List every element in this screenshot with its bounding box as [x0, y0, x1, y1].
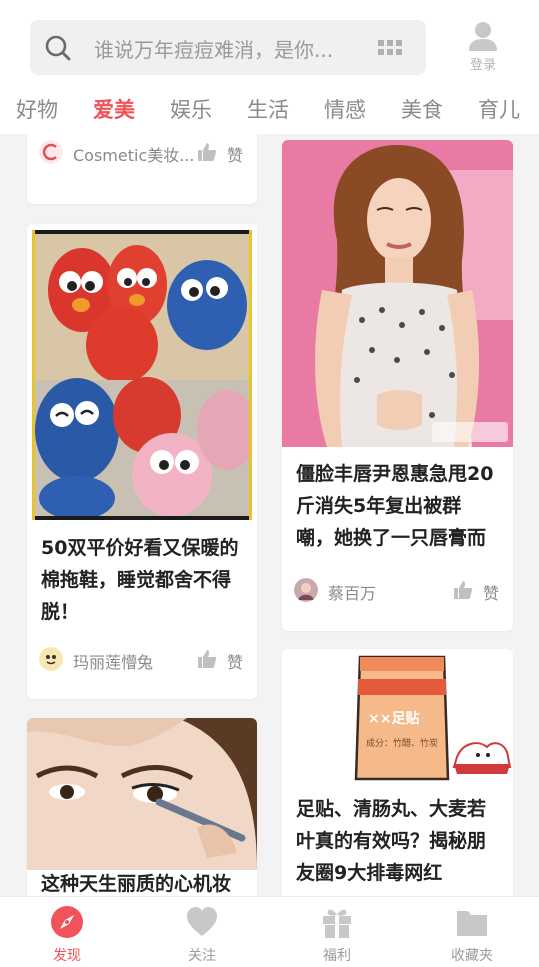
search-icon: [45, 35, 71, 61]
grid-icon[interactable]: [378, 38, 402, 58]
search-placeholder: 谁说万年痘痘难消，是你...: [94, 38, 334, 62]
search-bar[interactable]: 谁说万年痘痘难消，是你...: [30, 20, 426, 75]
nav-label: 关注: [188, 948, 216, 964]
article-card[interactable]: 这种天生丽质的心机妆: [27, 718, 257, 896]
like-button[interactable]: 赞: [183, 647, 243, 673]
login-label: 登录: [469, 58, 496, 73]
article-title: 僵脸丰唇尹恩惠急甩20斤消失5年复出被群嘲，她换了一只唇膏而: [296, 463, 494, 549]
article-card[interactable]: 50双平价好看又保暖的棉拖鞋，睡觉都舍不得脱！ 玛丽莲懵兔 赞: [27, 224, 257, 699]
nav-discover[interactable]: 发现: [27, 905, 107, 965]
author-name: Cosmetic美妆...: [73, 146, 193, 165]
card-meta: Cosmetic美妆... 赞: [39, 140, 243, 166]
author-name: 玛丽莲懵兔: [73, 653, 154, 672]
article-image: [32, 230, 252, 520]
article-title: 50双平价好看又保暖的棉拖鞋，睡觉都舍不得脱！: [41, 537, 239, 623]
article-image: [282, 140, 513, 447]
nav-label: 收藏夹: [451, 948, 493, 964]
bottom-navigation: 发现 关注 福利 收藏夹: [0, 896, 539, 967]
tab-parenting[interactable]: 育儿: [478, 94, 520, 124]
tab-emotion[interactable]: 情感: [324, 94, 366, 124]
tab-life[interactable]: 生活: [247, 94, 289, 124]
nav-label: 发现: [53, 948, 81, 964]
top-header: 谁说万年痘痘难消，是你... 登录: [0, 0, 539, 86]
folder-icon: [457, 911, 487, 936]
like-label: 赞: [226, 653, 243, 672]
like-label: 赞: [482, 584, 499, 603]
article-card[interactable]: ××足贴 成分：竹醋、竹炭 足贴、清肠丸、大麦若叶真的有效吗？揭秘朋友圈9大排毒…: [282, 649, 513, 896]
avatar: [39, 647, 63, 671]
avatar: [39, 140, 63, 164]
thumbs-up-icon: [198, 143, 217, 161]
nav-favorites[interactable]: 收藏夹: [432, 905, 512, 965]
nav-welfare[interactable]: 福利: [297, 905, 377, 965]
article-title: 足贴、清肠丸、大麦若叶真的有效吗？揭秘朋友圈9大排毒网红: [296, 798, 487, 884]
heart-icon: [187, 907, 217, 936]
nav-follow[interactable]: 关注: [162, 905, 242, 965]
avatar: [294, 578, 318, 602]
like-label: 赞: [226, 146, 243, 165]
gift-icon: [323, 909, 351, 938]
product-label: ××足贴: [368, 711, 420, 727]
login-button[interactable]: 登录: [458, 20, 508, 76]
card-meta: 玛丽莲懵兔 赞: [39, 647, 243, 673]
thumbs-up-icon: [454, 581, 473, 599]
article-image: [27, 718, 257, 870]
like-button[interactable]: 赞: [183, 140, 243, 166]
nav-label: 福利: [323, 948, 351, 964]
user-icon: [469, 22, 497, 51]
article-title: 这种天生丽质的心机妆: [41, 873, 232, 895]
category-tabs: 好物 爱美 娱乐 生活 情感 美食 育儿: [0, 86, 539, 134]
tab-food[interactable]: 美食: [401, 94, 443, 124]
compass-icon: [51, 906, 83, 938]
thumbs-up-icon: [198, 650, 217, 668]
product-ingredients: 成分：竹醋、竹炭: [366, 739, 439, 749]
article-feed: Cosmetic美妆... 赞 50双平价好看又保暖的棉拖鞋，睡觉都舍不得脱！ …: [0, 134, 539, 896]
like-button[interactable]: 赞: [439, 578, 499, 604]
tab-entertainment[interactable]: 娱乐: [170, 94, 212, 124]
card-meta: 蔡百万 赞: [294, 578, 499, 604]
tab-goods[interactable]: 好物: [16, 94, 58, 124]
tab-beauty[interactable]: 爱美: [93, 94, 135, 124]
author-name: 蔡百万: [328, 584, 377, 603]
article-card[interactable]: 僵脸丰唇尹恩惠急甩20斤消失5年复出被群嘲，她换了一只唇膏而 蔡百万 赞: [282, 140, 513, 631]
article-card[interactable]: Cosmetic美妆... 赞: [27, 134, 257, 204]
